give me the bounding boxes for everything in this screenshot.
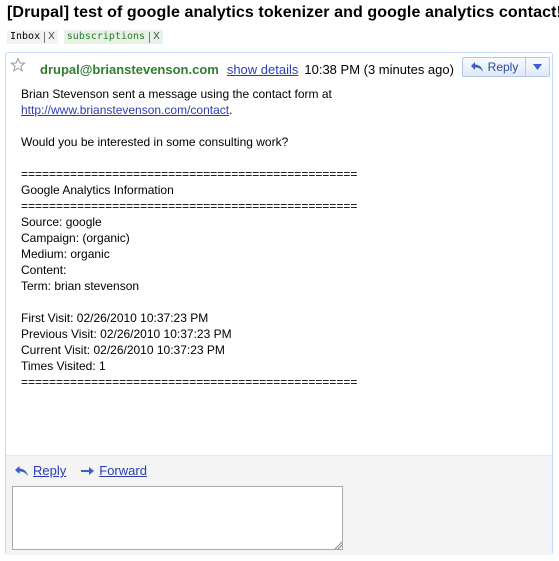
label-separator (149, 31, 151, 43)
message-body: Brian Stevenson sent a message using the… (21, 86, 541, 390)
chevron-down-icon (533, 64, 542, 70)
remove-label-icon[interactable]: X (48, 30, 55, 44)
divider-line: ========================================… (21, 199, 358, 213)
contact-link[interactable]: http://www.brianstevenson.com/contact (21, 103, 229, 117)
reply-link[interactable]: Reply (14, 463, 66, 478)
message-card: drupal@brianstevenson.com show details 1… (5, 52, 553, 555)
body-link-line: http://www.brianstevenson.com/contact. (21, 102, 541, 118)
label-name[interactable]: subscriptions (67, 30, 145, 44)
label-list: Inbox X subscriptions X (7, 30, 163, 44)
reply-button-label: Reply (487, 60, 519, 74)
label-inbox[interactable]: Inbox X (7, 30, 58, 44)
label-subscriptions[interactable]: subscriptions X (63, 30, 163, 44)
previous-visit-line: Previous Visit: 02/26/2010 10:37:23 PM (21, 327, 232, 341)
quick-reply-area: Reply Forward (6, 455, 552, 555)
reply-link-label: Reply (33, 463, 67, 478)
quick-reply-textarea[interactable] (12, 486, 343, 550)
current-visit-line: Current Visit: 02/26/2010 10:37:23 PM (21, 343, 225, 357)
section-title: Google Analytics Information (21, 183, 174, 197)
first-visit-line: First Visit: 02/26/2010 10:37:23 PM (21, 311, 209, 325)
message-header: drupal@brianstevenson.com show details 1… (40, 59, 454, 79)
label-name[interactable]: Inbox (10, 30, 40, 44)
body-intro: Brian Stevenson sent a message using the… (21, 87, 332, 101)
forward-link[interactable]: Forward (80, 463, 147, 478)
reply-actions: Reply Forward (14, 463, 161, 478)
campaign-line: Campaign: (organic) (21, 231, 130, 245)
star-icon[interactable] (10, 57, 26, 73)
link-suffix: . (229, 103, 233, 117)
reply-arrow-icon (470, 62, 483, 72)
show-details-link[interactable]: show details (227, 62, 299, 77)
more-actions-button[interactable] (526, 57, 550, 77)
forward-link-label: Forward (99, 463, 147, 478)
content-line: Content: (21, 263, 67, 277)
divider-line: ========================================… (21, 375, 358, 389)
sender-email[interactable]: drupal@brianstevenson.com (40, 62, 219, 77)
remove-label-icon[interactable]: X (153, 30, 160, 44)
times-visited-line: Times Visited: 1 (21, 359, 106, 373)
forward-arrow-icon (81, 466, 95, 475)
label-separator (44, 31, 46, 43)
message-timestamp: 10:38 PM (3 minutes ago) (304, 61, 454, 77)
term-line: Term: brian stevenson (21, 279, 140, 293)
source-line: Source: google (21, 215, 102, 229)
medium-line: Medium: organic (21, 247, 110, 261)
resize-grip-icon[interactable] (334, 541, 342, 549)
body-question: Would you be interested in some consulti… (21, 135, 289, 149)
divider-line: ========================================… (21, 167, 358, 181)
message-subject: [Drupal] test of google analytics tokeni… (7, 4, 559, 21)
reply-arrow-icon (15, 465, 28, 476)
reply-button[interactable]: Reply (462, 57, 526, 77)
